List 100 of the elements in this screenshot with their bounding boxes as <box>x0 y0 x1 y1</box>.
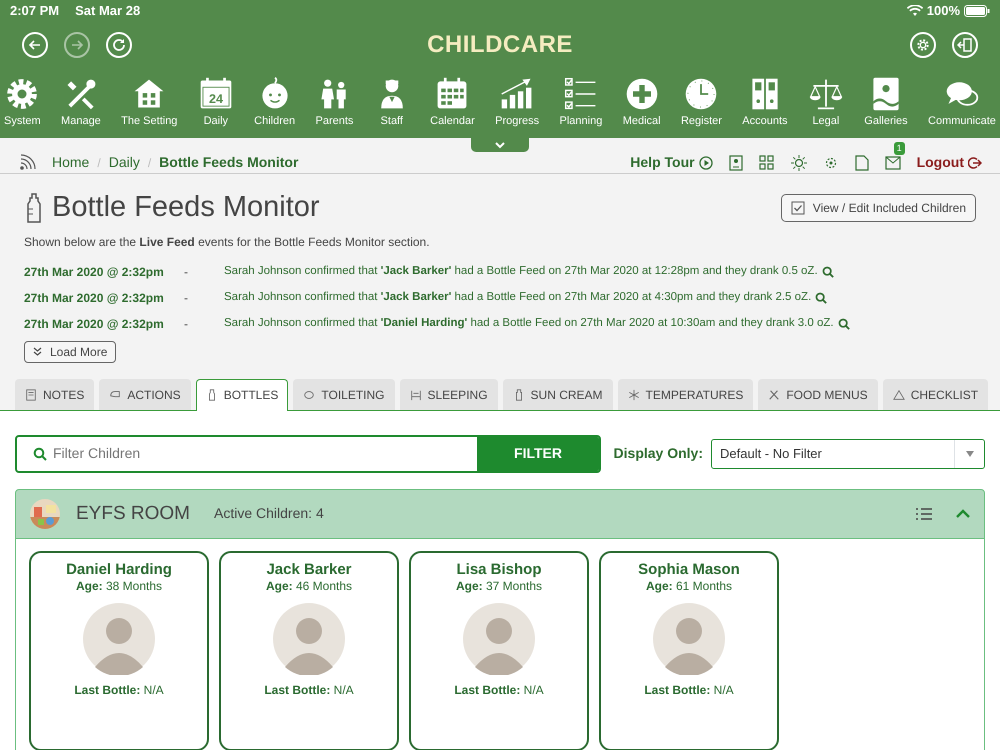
event-separator: - <box>184 264 189 281</box>
breadcrumb-separator: / <box>148 154 152 172</box>
nav-item[interactable]: 24 Daily <box>198 76 234 128</box>
nav-item[interactable]: Communicate <box>928 76 996 128</box>
child-name: Sophia Mason <box>637 560 741 579</box>
logout-link[interactable]: Logout <box>916 152 982 174</box>
double-chevron-icon <box>33 347 42 356</box>
wifi-icon <box>906 5 923 17</box>
tab[interactable]: TEMPERATURES <box>618 378 754 410</box>
nav-item[interactable]: Progress <box>495 76 540 128</box>
app-logo: CHILDCARE <box>427 31 573 58</box>
dropdown-caret-icon <box>964 450 974 457</box>
collapse-room-icon[interactable] <box>956 508 970 519</box>
reload-button[interactable] <box>106 32 132 58</box>
mail-icon[interactable] <box>884 156 901 170</box>
filter-field[interactable]: Filter Children FILTER <box>15 434 601 473</box>
back-button[interactable] <box>22 32 48 58</box>
message-count-badge: 1 <box>894 142 905 156</box>
tab[interactable]: FOOD MENUS <box>758 378 878 410</box>
tab[interactable]: ACTIONS <box>99 378 191 410</box>
filter-button[interactable]: FILTER <box>477 436 599 471</box>
medical-cross-icon <box>624 76 660 112</box>
breadcrumb-link[interactable]: Daily <box>108 152 140 174</box>
nav-item[interactable]: Calendar <box>430 76 475 128</box>
arrow-left-icon <box>28 38 42 52</box>
tab[interactable]: NOTES <box>15 378 94 410</box>
breadcrumb-link[interactable]: Home <box>52 152 90 174</box>
warning-icon <box>892 388 905 401</box>
door-arrow-icon <box>957 37 973 53</box>
last-bottle-text: Last Bottle: N/A <box>73 682 165 698</box>
nav-item[interactable]: Accounts <box>742 76 788 128</box>
nav-item[interactable]: Parents <box>315 76 354 128</box>
room-name: EYFS ROOM <box>76 502 190 526</box>
tab[interactable]: SLEEPING <box>400 378 498 410</box>
tab[interactable]: TOILETING <box>293 378 394 410</box>
nav-item[interactable]: The Setting <box>121 76 178 128</box>
event-text: Sarah Johnson confirmed that 'Jack Barker' had a Bottle Feed on 27th Mar 2020 at 4:30pm and they drank 2.5 oZ. <box>224 290 812 306</box>
settings-button[interactable] <box>910 32 936 58</box>
breadcrumb-separator: / <box>97 154 101 172</box>
search-icon[interactable] <box>815 292 828 304</box>
active-children-count: Active Children: 4 <box>214 504 324 524</box>
nav-item[interactable]: Manage <box>61 76 101 128</box>
intro-text: Shown below are the Live Feed events for the Bottle Feeds Monitor section. <box>24 234 431 251</box>
nav-item[interactable]: Register <box>680 76 722 128</box>
nav-item[interactable]: Medical <box>622 76 661 128</box>
event-text: Sarah Johnson confirmed that 'Jack Barker' had a Bottle Feed on 27th Mar 2020 at 12:28pm and they drank 0.5 oZ. <box>224 264 818 280</box>
nav-item[interactable]: Galleries <box>864 76 908 128</box>
display-filter-select[interactable]: Default - No Filter <box>711 438 985 469</box>
child-age: Age: 37 Months <box>454 578 544 595</box>
nav-item[interactable]: Legal <box>808 76 844 128</box>
feed-icon <box>18 154 36 172</box>
logout-icon <box>968 156 982 170</box>
view-edit-children-button[interactable]: View / Edit Included Children <box>780 194 976 222</box>
tab[interactable]: CHECKLIST <box>882 378 988 410</box>
page-title: Bottle Feeds Monitor <box>52 190 320 225</box>
collapse-toggle[interactable] <box>471 138 529 152</box>
battery-percentage: 100% <box>926 2 960 20</box>
search-icon <box>33 446 47 461</box>
status-time: 2:07 PM <box>10 2 60 20</box>
nav-item[interactable]: System <box>4 76 41 128</box>
clock-icon <box>683 76 720 112</box>
help-tour-link[interactable]: Help Tour <box>630 152 713 174</box>
child-name: Jack Barker <box>265 560 353 579</box>
search-icon[interactable] <box>822 266 834 278</box>
cot-icon <box>410 388 422 401</box>
tab[interactable]: SUN CREAM <box>502 378 613 410</box>
arrow-right-icon <box>70 38 84 52</box>
child-age: Age: 46 Months <box>264 578 354 595</box>
chevron-down-icon <box>494 141 506 150</box>
notepad-icon <box>25 388 37 401</box>
child-name: Lisa Bishop <box>455 560 542 579</box>
reload-icon <box>112 38 126 52</box>
event-time: 27th Mar 2020 @ 2:32pm <box>24 290 165 307</box>
child-age: Age: 38 Months <box>74 578 164 595</box>
last-bottle-text: Last Bottle: N/A <box>643 682 735 698</box>
child-name: Daniel Harding <box>65 560 173 579</box>
event-text: Sarah Johnson confirmed that 'Daniel Harding' had a Bottle Feed on 27th Mar 2020 at 10:30am and they drank 3.0 oZ. <box>224 316 834 332</box>
sun-icon[interactable] <box>790 154 807 171</box>
child-age: Age: 61 Months <box>644 578 734 595</box>
grid-icon[interactable] <box>758 154 775 171</box>
nav-item[interactable]: Staff <box>374 76 410 128</box>
last-bottle-text: Last Bottle: N/A <box>263 682 355 698</box>
exit-button[interactable] <box>952 32 978 58</box>
display-only-label: Display Only: <box>614 444 703 464</box>
event-separator: - <box>184 290 189 307</box>
search-icon[interactable] <box>838 318 850 330</box>
event-time: 27th Mar 2020 @ 2:32pm <box>24 264 165 281</box>
status-date: Sat Mar 28 <box>75 2 140 20</box>
document-icon[interactable] <box>854 154 869 171</box>
settings-icon <box>915 37 931 53</box>
last-bottle-text: Last Bottle: N/A <box>453 682 545 698</box>
nav-item[interactable]: Planning <box>560 76 602 128</box>
breadcrumb-link[interactable]: Bottle Feeds Monitor <box>159 152 298 174</box>
snowflake-icon <box>628 388 640 401</box>
play-icon <box>698 156 713 170</box>
tab[interactable]: BOTTLES <box>196 378 288 411</box>
portrait-icon[interactable] <box>728 154 743 171</box>
nav-item[interactable]: Children <box>254 76 296 128</box>
load-more-button[interactable]: Load More <box>24 340 116 363</box>
list-icon[interactable] <box>916 506 932 521</box>
